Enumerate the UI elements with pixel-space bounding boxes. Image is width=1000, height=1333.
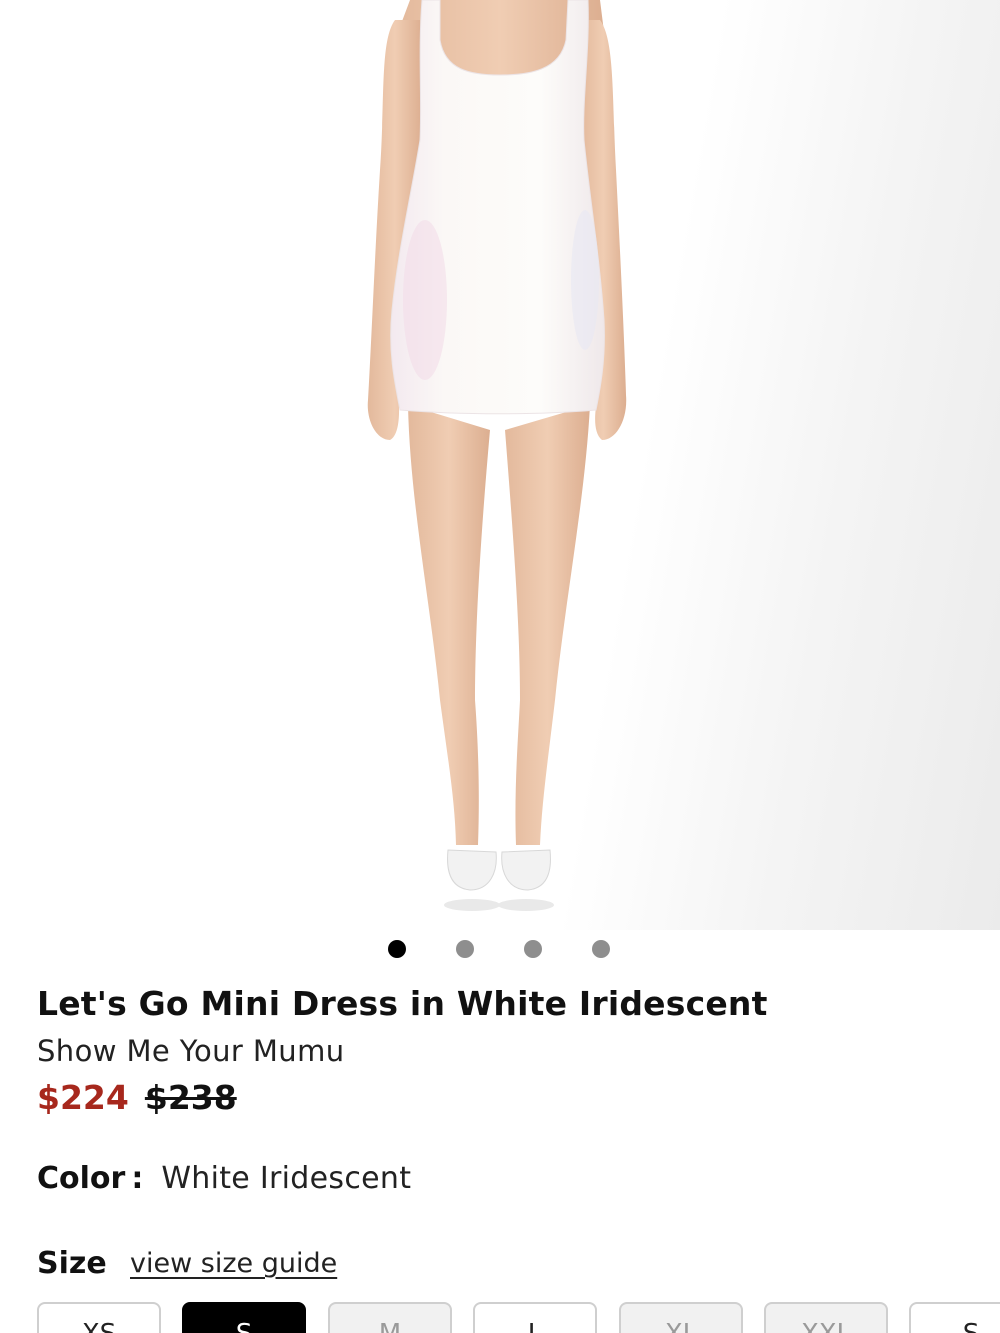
size-option-s[interactable]: S (182, 1302, 306, 1333)
size-option-xl[interactable]: XL (619, 1302, 743, 1333)
size-label: Size (37, 1246, 107, 1281)
size-guide-link[interactable]: view size guide (130, 1248, 337, 1279)
image-carousel-dots (0, 940, 1000, 960)
carousel-dot-1[interactable] (388, 940, 406, 958)
dress-model-illustration (367, 0, 627, 911)
original-price: $238 (144, 1078, 237, 1117)
product-image[interactable] (0, 0, 1000, 930)
product-title: Let's Go Mini Dress in White Iridescent (37, 984, 768, 1023)
size-row: Size view size guide (37, 1246, 337, 1281)
price-row: $224 $238 (37, 1078, 237, 1117)
sale-price: $224 (37, 1078, 129, 1117)
carousel-dot-4[interactable] (592, 940, 610, 958)
size-option-xs[interactable]: XS (37, 1302, 161, 1333)
carousel-dot-3[interactable] (524, 940, 542, 958)
color-value: White Iridescent (161, 1161, 412, 1196)
color-label: Color: (37, 1161, 144, 1196)
carousel-dot-2[interactable] (456, 940, 474, 958)
size-option-extra[interactable]: S (909, 1302, 1000, 1333)
size-options: XS S M L XL XXL S (37, 1302, 1000, 1333)
size-option-m[interactable]: M (328, 1302, 452, 1333)
size-option-xxl[interactable]: XXL (764, 1302, 888, 1333)
size-option-l[interactable]: L (473, 1302, 597, 1333)
color-row: Color: White Iridescent (37, 1161, 411, 1196)
brand-name[interactable]: Show Me Your Mumu (37, 1034, 345, 1068)
